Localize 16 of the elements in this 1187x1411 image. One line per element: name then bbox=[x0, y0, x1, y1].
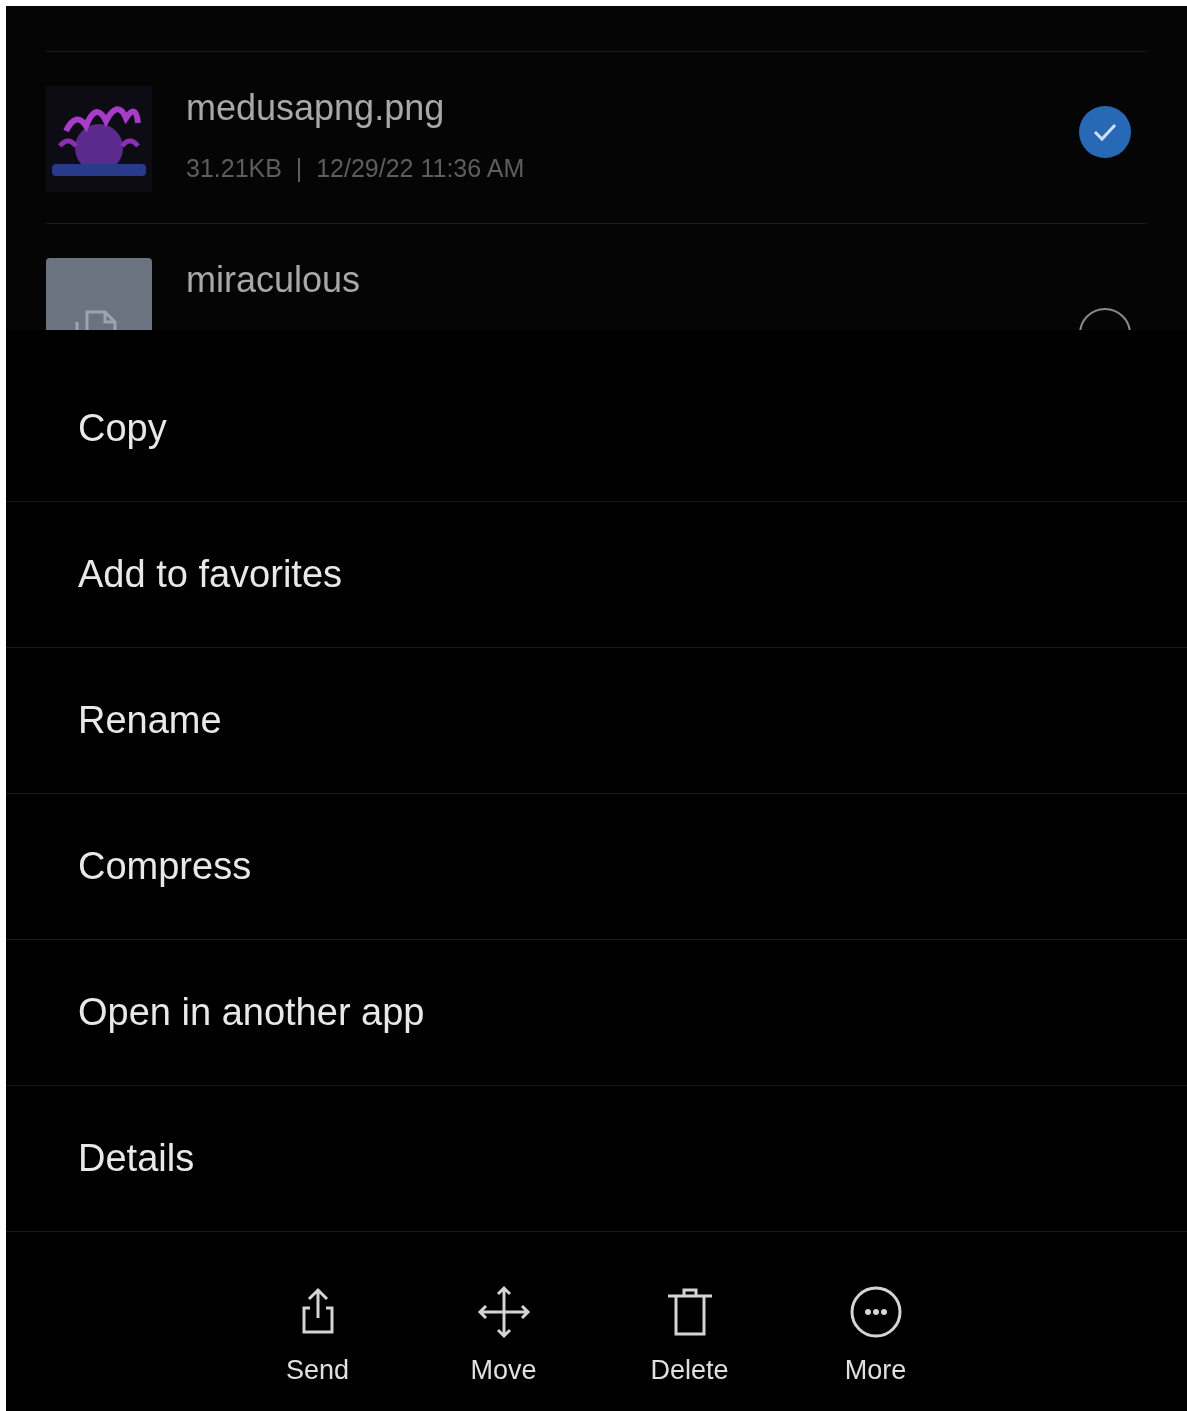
file-name: miraculous bbox=[186, 258, 362, 302]
menu-item[interactable]: Open in another app bbox=[6, 940, 1187, 1086]
menu-item[interactable]: Copy bbox=[6, 330, 1187, 502]
menu-item[interactable]: Rename bbox=[6, 648, 1187, 794]
check-icon bbox=[1092, 122, 1118, 142]
move-icon bbox=[475, 1284, 532, 1340]
menu-item[interactable]: Compress bbox=[6, 794, 1187, 940]
action-button[interactable]: Move bbox=[445, 1284, 562, 1411]
action-button[interactable]: Send bbox=[259, 1284, 376, 1411]
select-checkbox[interactable] bbox=[1079, 106, 1131, 158]
action-button[interactable]: More bbox=[817, 1284, 934, 1411]
action-button[interactable]: Delete bbox=[631, 1284, 748, 1411]
file-meta: 31.21KB | 12/29/22 11:36 AM bbox=[186, 153, 526, 184]
file-name: medusapng.png bbox=[186, 86, 446, 130]
menu-item[interactable]: Details bbox=[6, 1086, 1187, 1232]
menu-item[interactable]: Add to favorites bbox=[6, 502, 1187, 648]
